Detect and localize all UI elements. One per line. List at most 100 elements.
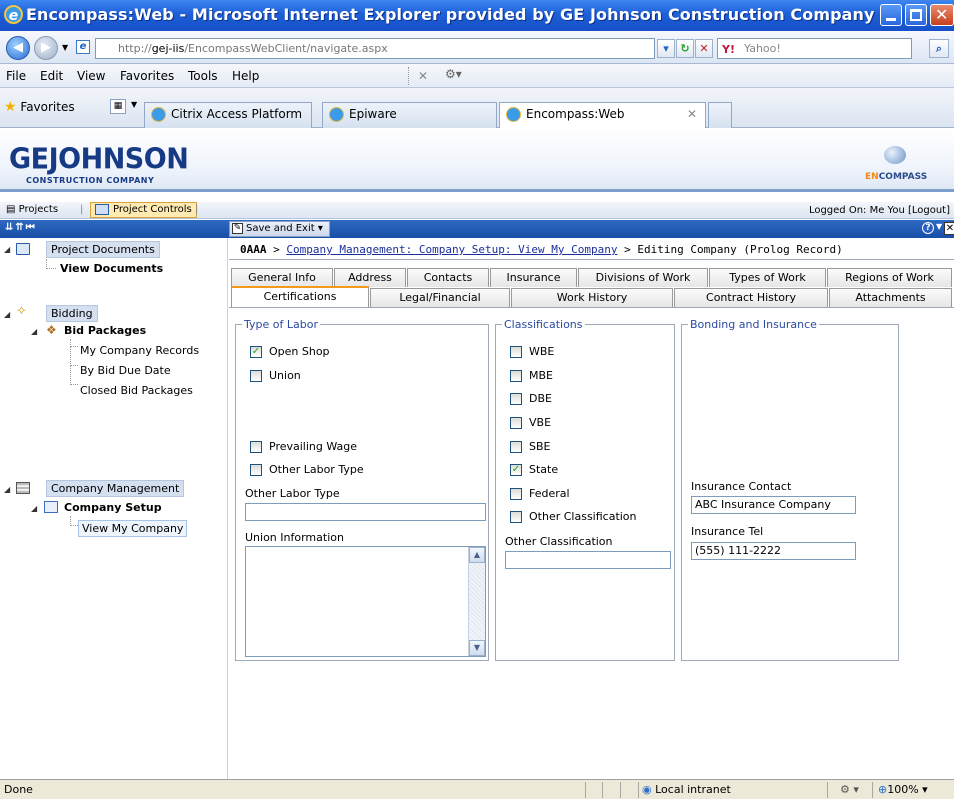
tab-work-history[interactable]: Work History bbox=[511, 288, 673, 307]
state-label: State bbox=[529, 463, 559, 476]
translate-icon[interactable]: ⚙▾ bbox=[445, 67, 462, 81]
tree-closed-bid-packages[interactable]: Closed Bid Packages bbox=[80, 384, 193, 397]
tree-my-company-records[interactable]: My Company Records bbox=[80, 344, 199, 357]
logged-on-status[interactable]: Logged On: Me You [Logout] bbox=[809, 205, 950, 216]
menu-help[interactable]: Help bbox=[232, 69, 259, 83]
union-info-scrollbar[interactable]: ▲ ▼ bbox=[468, 547, 485, 656]
nav-projects[interactable]: ▤ Projects bbox=[6, 204, 58, 215]
tab-certifications[interactable]: Certifications bbox=[231, 286, 369, 307]
search-button[interactable]: ⌕ bbox=[929, 39, 949, 58]
save-and-exit-button[interactable]: ✎ Save and Exit ▾ bbox=[229, 221, 330, 237]
url-path: /EncompassWebClient/navigate.aspx bbox=[184, 42, 388, 55]
scroll-up-icon[interactable]: ▲ bbox=[469, 547, 485, 563]
forward-button[interactable]: ▶ bbox=[34, 36, 58, 60]
close-toolbar-icon[interactable]: ✕ bbox=[418, 69, 428, 83]
menu-edit[interactable]: Edit bbox=[40, 69, 63, 83]
wbe-checkbox[interactable] bbox=[510, 346, 522, 358]
insurance-contact-input[interactable]: ABC Insurance Company bbox=[691, 496, 856, 514]
tab-address[interactable]: Address bbox=[334, 268, 406, 287]
new-tab-button[interactable] bbox=[708, 102, 732, 128]
menu-view[interactable]: View bbox=[77, 69, 105, 83]
window-title-bar[interactable]: e Encompass:Web - Microsoft Internet Exp… bbox=[0, 0, 954, 31]
vbe-checkbox[interactable] bbox=[510, 417, 522, 429]
other-classification-checkbox[interactable] bbox=[510, 511, 522, 523]
tab-divisions-of-work[interactable]: Divisions of Work bbox=[578, 268, 708, 287]
app-toolbar: ⇊⇈⏮ ✎ Save and Exit ▾ ? ▼ ✕ bbox=[0, 220, 954, 238]
expand-arrow-icon[interactable]: ◢ bbox=[4, 485, 10, 494]
zoom-label: 100% bbox=[887, 783, 919, 796]
tab-insurance[interactable]: Insurance bbox=[490, 268, 577, 287]
tab-contract-history[interactable]: Contract History bbox=[674, 288, 828, 307]
tab-epiware[interactable]: Epiware bbox=[322, 102, 497, 128]
expand-arrow-icon[interactable]: ◢ bbox=[31, 504, 37, 513]
state-checkbox[interactable]: ✓ bbox=[510, 464, 522, 476]
prevailing-wage-checkbox[interactable] bbox=[250, 441, 262, 453]
page-icon: e bbox=[76, 40, 90, 54]
back-button[interactable]: ◀ bbox=[6, 36, 30, 60]
breadcrumb-link[interactable]: Company Management: Company Setup: View … bbox=[286, 243, 617, 256]
mbe-checkbox[interactable] bbox=[510, 370, 522, 382]
expand-arrow-icon[interactable]: ◢ bbox=[4, 310, 10, 319]
tree-view-documents[interactable]: View Documents bbox=[60, 262, 163, 275]
tab-types-of-work[interactable]: Types of Work bbox=[709, 268, 826, 287]
tree-view-my-company[interactable]: View My Company bbox=[78, 520, 188, 537]
union-checkbox[interactable] bbox=[250, 370, 262, 382]
tree-bid-packages[interactable]: Bid Packages bbox=[64, 324, 146, 337]
federal-checkbox[interactable] bbox=[510, 488, 522, 500]
other-labor-type-checkbox[interactable] bbox=[250, 464, 262, 476]
minimize-button[interactable] bbox=[880, 4, 902, 26]
address-dropdown-button[interactable]: ▾ bbox=[657, 39, 675, 58]
other-labor-type-input[interactable] bbox=[245, 503, 486, 521]
address-input[interactable]: http://gej-iis/EncompassWebClient/naviga… bbox=[95, 38, 655, 59]
close-window-button[interactable]: ✕ bbox=[930, 4, 954, 26]
tab-label: Epiware bbox=[349, 107, 397, 121]
tab-encompass[interactable]: Encompass:Web ✕ bbox=[499, 102, 706, 129]
other-classification-input[interactable] bbox=[505, 551, 671, 569]
tree-company-setup[interactable]: Company Setup bbox=[64, 501, 162, 514]
prevailing-wage-label: Prevailing Wage bbox=[269, 440, 358, 453]
tab-contacts[interactable]: Contacts bbox=[407, 268, 489, 287]
tab-citrix[interactable]: Citrix Access Platform bbox=[144, 102, 312, 128]
stop-button[interactable]: ✕ bbox=[695, 39, 713, 58]
project-controls-icon bbox=[95, 204, 109, 215]
dbe-label: DBE bbox=[529, 392, 552, 405]
bid-package-icon: ❖ bbox=[46, 323, 57, 337]
expand-arrow-icon[interactable]: ◢ bbox=[4, 245, 10, 254]
tree-bidding[interactable]: Bidding bbox=[46, 305, 98, 322]
close-tab-icon[interactable]: ✕ bbox=[687, 103, 697, 125]
menu-favorites[interactable]: Favorites bbox=[120, 69, 174, 83]
tree-project-documents[interactable]: Project Documents bbox=[46, 241, 160, 258]
open-shop-checkbox[interactable]: ✓ bbox=[250, 346, 262, 358]
menu-tools[interactable]: Tools bbox=[188, 69, 218, 83]
refresh-button[interactable]: ↻ bbox=[676, 39, 694, 58]
protected-mode-icon[interactable]: ⚙ ▾ bbox=[840, 783, 859, 796]
union-information-textarea[interactable] bbox=[245, 546, 486, 657]
history-dropdown-icon[interactable]: ▼ bbox=[62, 43, 68, 52]
tab-attachments[interactable]: Attachments bbox=[829, 288, 952, 307]
tree-guide bbox=[70, 516, 78, 526]
menu-file[interactable]: File bbox=[6, 69, 26, 83]
tree-collapse-icons[interactable]: ⇊⇈⏮ bbox=[5, 222, 37, 233]
favorites-button[interactable]: ★ Favorites bbox=[4, 99, 75, 115]
insurance-tel-input[interactable]: (555) 111-2222 bbox=[691, 542, 856, 560]
tab-legal-financial[interactable]: Legal/Financial bbox=[370, 288, 510, 307]
security-zone[interactable]: ◉ Local intranet bbox=[642, 783, 731, 796]
maximize-button[interactable] bbox=[905, 4, 927, 26]
nav-project-controls[interactable]: Project Controls bbox=[90, 202, 197, 218]
zoom-control[interactable]: ⊕100% ▾ bbox=[878, 783, 928, 796]
tree-company-management[interactable]: Company Management bbox=[46, 480, 185, 497]
help-icon[interactable]: ? bbox=[922, 222, 934, 234]
expand-arrow-icon[interactable]: ◢ bbox=[31, 327, 37, 336]
close-panel-icon[interactable]: ✕ bbox=[944, 222, 954, 235]
tab-regions-of-work[interactable]: Regions of Work bbox=[827, 268, 952, 287]
sbe-checkbox[interactable] bbox=[510, 441, 522, 453]
dbe-checkbox[interactable] bbox=[510, 393, 522, 405]
help-dropdown-icon[interactable]: ▼ bbox=[936, 222, 942, 231]
tree-by-bid-due-date[interactable]: By Bid Due Date bbox=[80, 364, 171, 377]
scroll-down-icon[interactable]: ▼ bbox=[469, 640, 485, 656]
breadcrumb-root[interactable]: 0AAA bbox=[240, 243, 267, 256]
quick-tabs-icon[interactable]: ▦ bbox=[110, 99, 126, 114]
search-input[interactable]: Y! Yahoo! bbox=[717, 38, 912, 59]
quick-tabs-dropdown-icon[interactable]: ▼ bbox=[131, 100, 137, 109]
tab-general-info[interactable]: General Info bbox=[231, 268, 333, 287]
